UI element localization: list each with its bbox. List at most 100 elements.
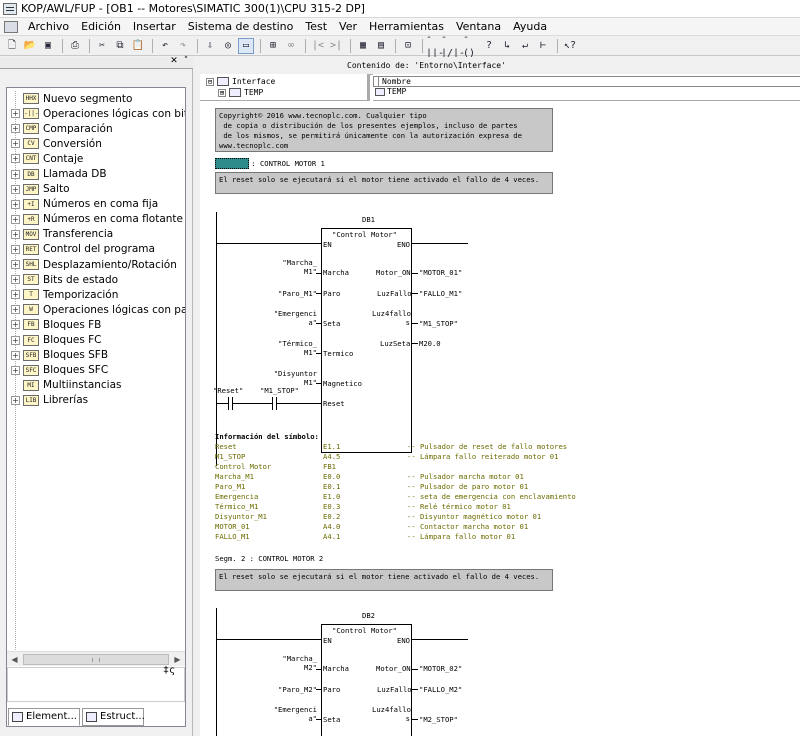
paste-icon[interactable]: 📋 bbox=[130, 38, 146, 54]
tab-elementos[interactable]: Element... bbox=[8, 708, 80, 726]
expand-icon[interactable]: ⊞ bbox=[218, 88, 226, 97]
tree-item[interactable]: + LIB Librerías bbox=[7, 393, 185, 408]
expand-icon[interactable]: + bbox=[11, 214, 20, 224]
segment-2-title[interactable]: Segm. 2 : CONTROL MOTOR 2 bbox=[215, 554, 323, 563]
contact-m1-stop-label[interactable]: "M1_STOP" bbox=[260, 386, 299, 395]
menu-ver[interactable]: Ver bbox=[333, 18, 363, 36]
operand-motor-02[interactable]: "MOTOR_02" bbox=[419, 664, 462, 673]
tree-item[interactable]: + SFB Bloques SFB bbox=[7, 348, 185, 363]
next-network-icon[interactable]: >| bbox=[328, 38, 344, 54]
operand-m20-0[interactable]: M20.0 bbox=[419, 339, 441, 348]
tree-item[interactable]: + -||- Operaciones lógicas con bits bbox=[7, 106, 185, 121]
tree-item[interactable]: + MOV Transferencia bbox=[7, 227, 185, 242]
tree-item[interactable]: + JMP Salto bbox=[7, 182, 185, 197]
overview-icon[interactable]: ▦ bbox=[355, 38, 371, 54]
expand-icon[interactable]: + bbox=[11, 109, 20, 119]
tree-item[interactable]: MI Multiinstancias bbox=[7, 378, 185, 393]
glasses-icon[interactable]: ∞ bbox=[283, 38, 299, 54]
expand-icon[interactable]: + bbox=[11, 395, 20, 405]
pane-collapse-icon[interactable]: ˅ bbox=[181, 57, 191, 67]
help-cursor-icon[interactable]: ↖? bbox=[562, 38, 578, 54]
segment-1-comment[interactable]: El reset solo se ejecutará si el motor t… bbox=[215, 172, 553, 194]
connect-icon[interactable]: ⊢ bbox=[535, 38, 551, 54]
open-icon[interactable]: 📂 bbox=[22, 38, 38, 54]
menu-archivo[interactable]: Archivo bbox=[22, 18, 75, 36]
insert-element-icon[interactable]: ‡ς bbox=[163, 665, 179, 681]
tree-item[interactable]: + +I Números en coma fija bbox=[7, 197, 185, 212]
copy-icon[interactable]: ⧉ bbox=[112, 38, 128, 54]
operand-motor-01[interactable]: "MOTOR_01" bbox=[419, 268, 462, 277]
expand-icon[interactable]: + bbox=[11, 199, 20, 209]
tree-item[interactable]: + +R Números en coma flotante bbox=[7, 212, 185, 227]
operand-disyuntor-m1[interactable]: "Disyuntor M1" bbox=[265, 369, 317, 387]
expand-icon[interactable]: + bbox=[11, 244, 20, 254]
expand-icon[interactable]: + bbox=[11, 169, 20, 179]
tree-item[interactable]: + RET Control del programa bbox=[7, 242, 185, 257]
print-icon[interactable]: ⎙ bbox=[67, 38, 83, 54]
contact-reset-icon[interactable] bbox=[228, 397, 229, 410]
tree-item[interactable]: + SHL Desplazamiento/Rotación bbox=[7, 257, 185, 272]
expand-icon[interactable]: + bbox=[11, 365, 20, 375]
tree-item[interactable]: HHX Nuevo segmento bbox=[7, 91, 185, 106]
tree-item[interactable]: + ST Bits de estado bbox=[7, 272, 185, 287]
pane-close-icon[interactable]: ✕ bbox=[169, 57, 179, 67]
expand-icon[interactable]: + bbox=[11, 305, 20, 315]
expand-icon[interactable]: + bbox=[11, 320, 20, 330]
tab-estructura[interactable]: Estruct... bbox=[82, 708, 145, 726]
new-icon[interactable]: 🗋 bbox=[4, 38, 20, 54]
prev-network-icon[interactable]: |< bbox=[310, 38, 326, 54]
operand-termico-m1[interactable]: "Térmico_ M1" bbox=[269, 339, 317, 357]
operand-emergencia-1[interactable]: "Emergenci a" bbox=[269, 309, 317, 327]
segment-1-title[interactable]: Segm. 1 : CONTROL MOTOR 1 bbox=[215, 158, 325, 169]
display-icon[interactable]: ▭ bbox=[238, 38, 254, 54]
empty-box-icon[interactable]: ? bbox=[481, 38, 497, 54]
segment-1-tag[interactable]: Segm. 1 bbox=[215, 158, 250, 169]
operand-fallo-m1[interactable]: "FALLO_M1" bbox=[419, 289, 462, 298]
menu-edicion[interactable]: Edición bbox=[75, 18, 127, 36]
operand-marcha-m2[interactable]: "Marcha_ M2" bbox=[279, 654, 317, 672]
tree-item[interactable]: + CMP Comparación bbox=[7, 121, 185, 136]
copyright-comment[interactable]: Copyright© 2016 www.tecnoplc.com. Cualqu… bbox=[215, 108, 553, 152]
menu-sistema-destino[interactable]: Sistema de destino bbox=[182, 18, 300, 36]
tree-item[interactable]: + T Temporización bbox=[7, 287, 185, 302]
tree-item[interactable]: + SFC Bloques SFC bbox=[7, 363, 185, 378]
segment-2-comment[interactable]: El reset solo se ejecutará si el motor t… bbox=[215, 569, 553, 591]
scroll-thumb[interactable] bbox=[23, 654, 169, 665]
db1-label[interactable]: DB1 bbox=[362, 215, 375, 224]
menu-insertar[interactable]: Insertar bbox=[127, 18, 182, 36]
contact-reset-label[interactable]: "Reset" bbox=[213, 386, 243, 395]
undo-icon[interactable]: ↶ bbox=[157, 38, 173, 54]
cut-icon[interactable]: ✂ bbox=[94, 38, 110, 54]
expand-icon[interactable]: + bbox=[11, 335, 20, 345]
operand-emergencia-2[interactable]: "Emergenci a" bbox=[269, 705, 317, 723]
tree-item[interactable]: + CV Conversión bbox=[7, 136, 185, 151]
operand-marcha-m1[interactable]: "Marcha_ M1" bbox=[279, 258, 317, 276]
network-icon[interactable]: ⊞ bbox=[265, 38, 281, 54]
tree-item[interactable]: + FB Bloques FB bbox=[7, 317, 185, 332]
save-icon[interactable]: ▣ bbox=[40, 38, 56, 54]
expand-icon[interactable]: + bbox=[11, 275, 20, 285]
operand-m1-stop[interactable]: "M1_STOP" bbox=[419, 319, 458, 328]
monitor-icon[interactable]: ◎ bbox=[220, 38, 236, 54]
tree-item[interactable]: + FC Bloques FC bbox=[7, 333, 185, 348]
expand-icon[interactable]: + bbox=[11, 124, 20, 134]
nc-contact-icon[interactable]: -|/|- bbox=[441, 32, 465, 59]
tree-item[interactable]: + DB Llamada DB bbox=[7, 166, 185, 181]
expand-icon[interactable]: + bbox=[11, 260, 20, 270]
program-editor[interactable]: Copyright© 2016 www.tecnoplc.com. Cualqu… bbox=[200, 102, 800, 736]
expand-icon[interactable]: + bbox=[11, 229, 20, 239]
open-branch-icon[interactable]: ↳ bbox=[499, 38, 515, 54]
db2-label[interactable]: DB2 bbox=[362, 611, 375, 620]
temp-node[interactable]: ⊞ TEMP bbox=[218, 87, 263, 98]
tree-item[interactable]: + CNT Contaje bbox=[7, 151, 185, 166]
operand-paro-m2[interactable]: "Paro_M2" bbox=[266, 685, 317, 694]
contact-m1-stop-icon[interactable] bbox=[272, 397, 273, 410]
document-menu-icon[interactable] bbox=[4, 20, 18, 33]
zoom-icon[interactable]: ▤ bbox=[373, 38, 389, 54]
new-network-icon[interactable]: ⊡ bbox=[400, 38, 416, 54]
coil-icon[interactable]: -() bbox=[463, 32, 479, 59]
menu-test[interactable]: Test bbox=[299, 18, 333, 36]
operand-fallo-m2[interactable]: "FALLO_M2" bbox=[419, 685, 462, 694]
operand-m2-stop[interactable]: "M2_STOP" bbox=[419, 715, 458, 724]
redo-icon[interactable]: ↷ bbox=[175, 38, 191, 54]
